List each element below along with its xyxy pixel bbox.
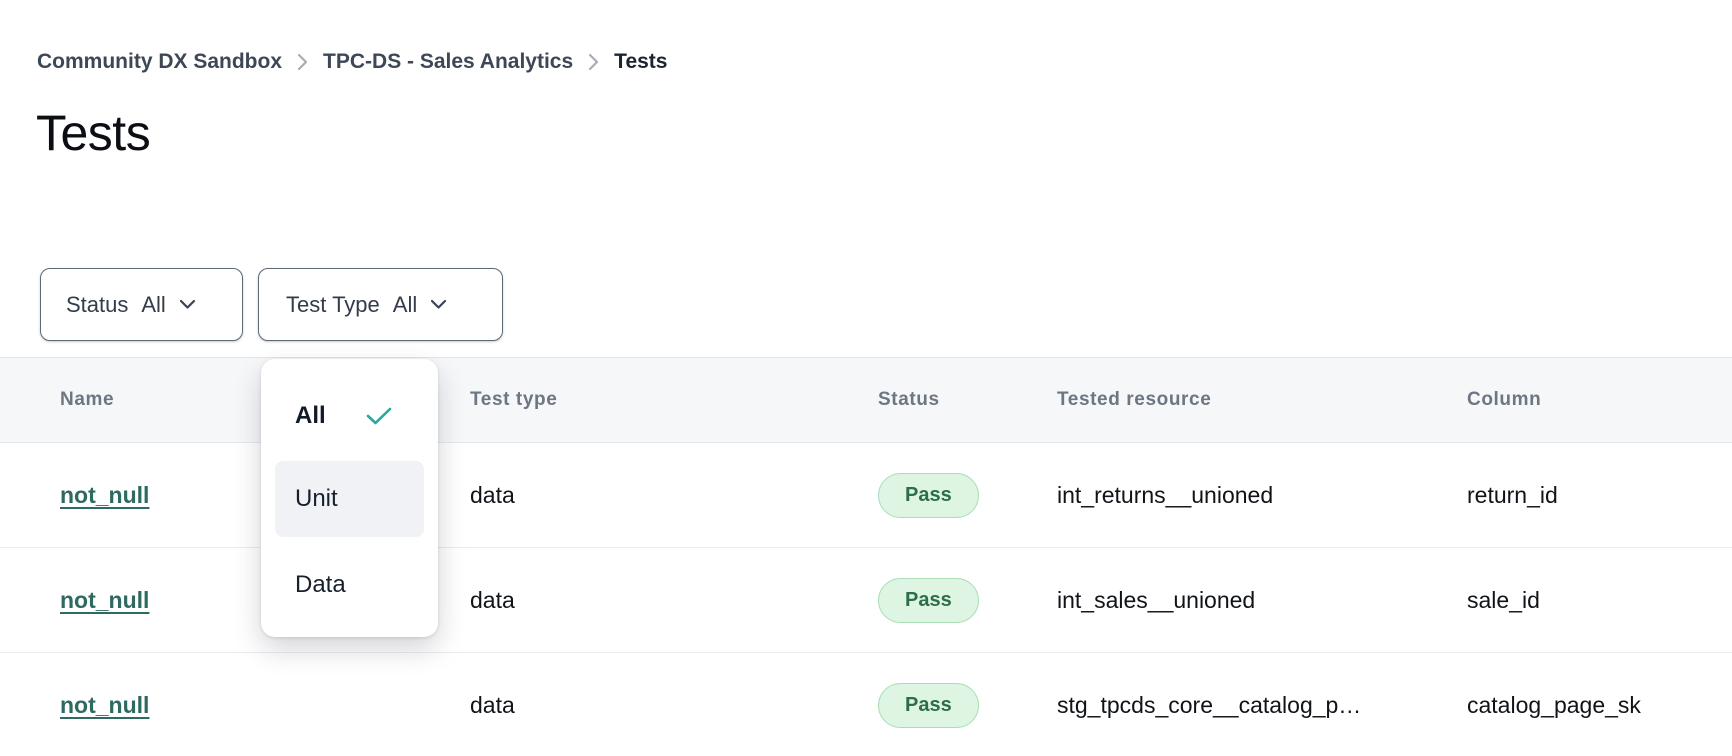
tested-resource-cell: stg_tpcds_core__catalog_p…: [1057, 692, 1467, 719]
tested-resource-cell: int_sales__unioned: [1057, 587, 1467, 614]
test-type-filter-label: Test Type: [286, 292, 380, 318]
page-title: Tests: [36, 104, 150, 162]
column-cell: catalog_page_sk: [1467, 692, 1732, 719]
tests-table: Name Test type Status Tested resource Co…: [0, 357, 1732, 756]
breadcrumb-item-project[interactable]: Community DX Sandbox: [37, 50, 282, 74]
chevron-right-icon: [588, 53, 599, 71]
test-type-filter-value: All: [393, 292, 417, 318]
test-type-cell: data: [470, 692, 878, 719]
column-header-test-type: Test type: [470, 389, 878, 411]
test-type-dropdown-menu: All Unit Data: [261, 359, 438, 637]
dropdown-option-label: Data: [295, 571, 346, 599]
chevron-right-icon: [297, 53, 308, 71]
dropdown-option-label: All: [295, 402, 326, 430]
test-name-link[interactable]: not_null: [60, 692, 149, 718]
chevron-down-icon: [179, 299, 196, 310]
status-badge: Pass: [878, 578, 979, 623]
checkmark-icon: [366, 406, 392, 426]
test-type-filter-button[interactable]: Test Type All: [258, 268, 503, 341]
tests-page: Community DX Sandbox TPC-DS - Sales Anal…: [0, 0, 1732, 756]
dropdown-option-all[interactable]: All: [275, 387, 424, 445]
tested-resource-cell: int_returns__unioned: [1057, 482, 1467, 509]
column-header-column: Column: [1467, 389, 1732, 411]
test-name-link[interactable]: not_null: [60, 482, 149, 508]
column-header-tested-resource: Tested resource: [1057, 389, 1467, 411]
breadcrumb-item-current: Tests: [614, 50, 667, 74]
breadcrumb: Community DX Sandbox TPC-DS - Sales Anal…: [37, 50, 667, 74]
status-badge: Pass: [878, 683, 979, 728]
dropdown-option-label: Unit: [295, 485, 338, 513]
status-filter-button[interactable]: Status All: [40, 268, 243, 341]
column-header-status: Status: [878, 389, 1057, 411]
status-filter-value: All: [141, 292, 165, 318]
table-row: not_null data Pass stg_tpcds_core__catal…: [0, 653, 1732, 756]
table-row: not_null data Pass int_returns__unioned …: [0, 443, 1732, 548]
test-type-cell: data: [470, 587, 878, 614]
status-badge: Pass: [878, 473, 979, 518]
test-type-cell: data: [470, 482, 878, 509]
test-name-link[interactable]: not_null: [60, 587, 149, 613]
breadcrumb-item-package[interactable]: TPC-DS - Sales Analytics: [323, 50, 573, 74]
status-filter-label: Status: [66, 292, 128, 318]
column-cell: sale_id: [1467, 587, 1732, 614]
column-cell: return_id: [1467, 482, 1732, 509]
dropdown-option-unit[interactable]: Unit: [275, 461, 424, 537]
chevron-down-icon: [430, 299, 447, 310]
dropdown-option-data[interactable]: Data: [275, 547, 424, 623]
table-header-row: Name Test type Status Tested resource Co…: [0, 357, 1732, 443]
table-row: not_null data Pass int_sales__unioned sa…: [0, 548, 1732, 653]
